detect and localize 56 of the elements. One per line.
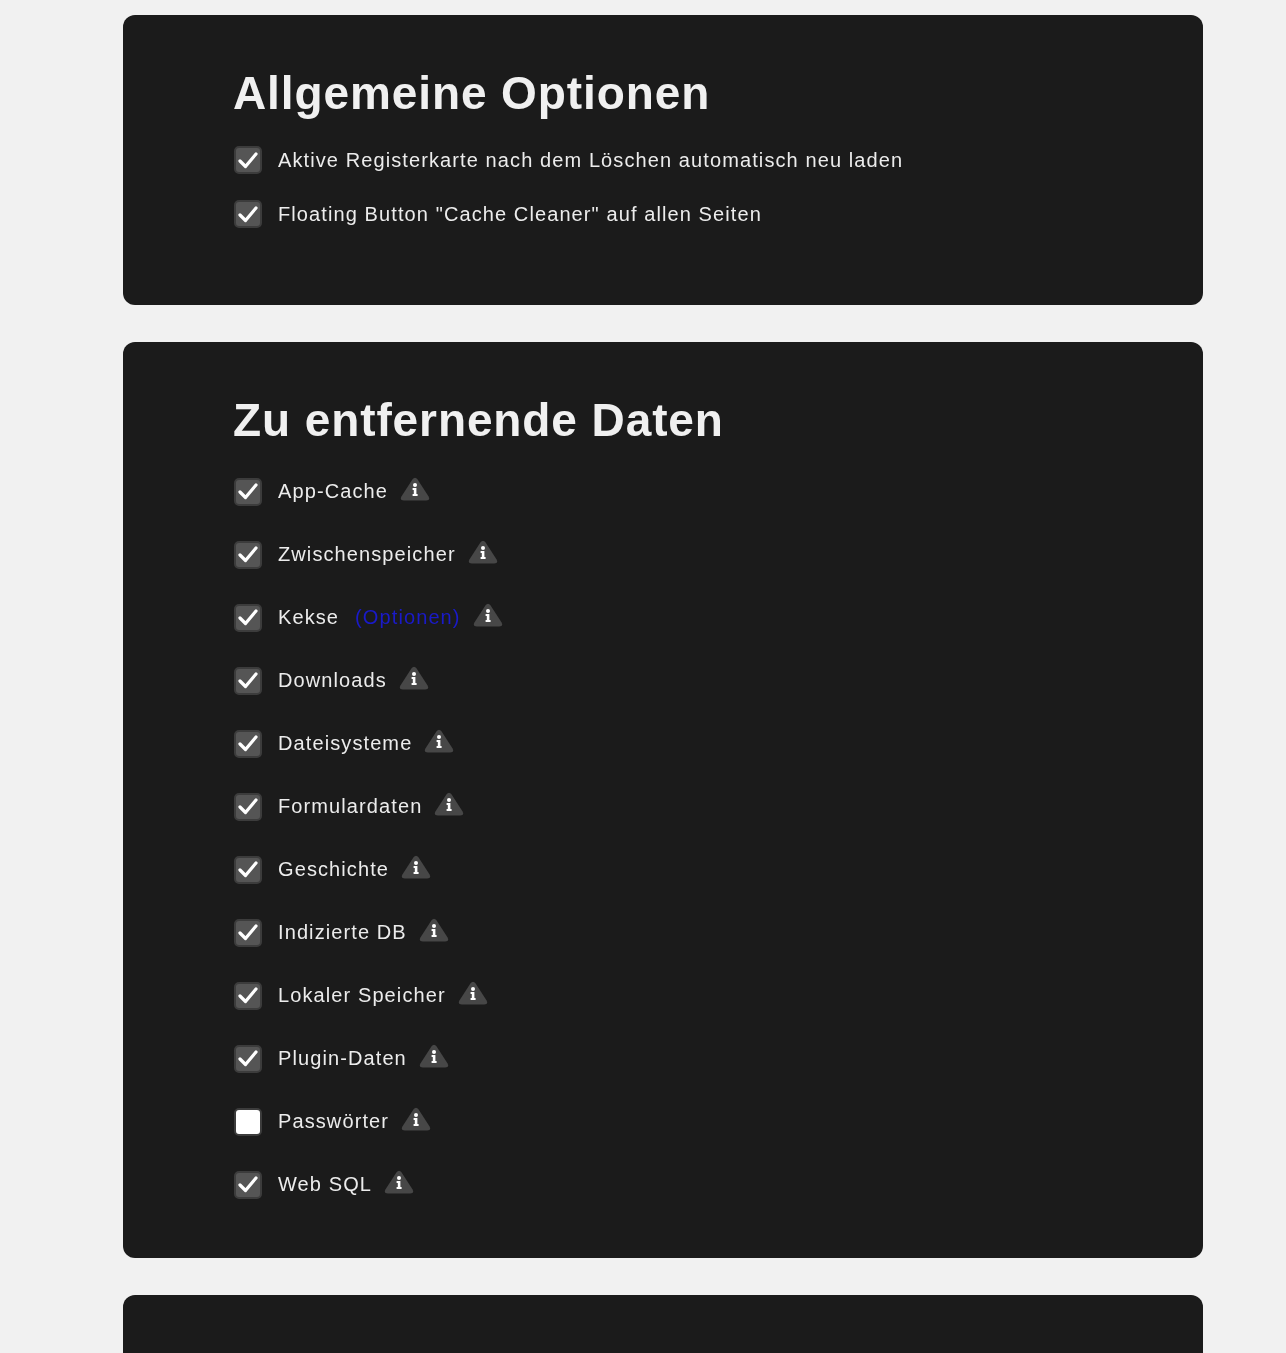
- info-icon[interactable]: [401, 854, 432, 879]
- option-label: Dateisysteme: [278, 732, 413, 755]
- option-label: Downloads: [278, 669, 387, 692]
- info-icon[interactable]: [418, 917, 449, 942]
- checkmark-icon: [238, 609, 258, 626]
- option-label: App-Cache: [278, 480, 388, 503]
- checkmark-icon: [238, 861, 258, 878]
- checkbox[interactable]: [234, 918, 262, 947]
- option-label: Formulardaten: [278, 795, 423, 818]
- checkbox[interactable]: [234, 729, 262, 758]
- section-heading: Zu entfernende Daten: [233, 394, 724, 446]
- option-label: Kekse: [278, 606, 340, 629]
- info-icon[interactable]: [418, 1043, 449, 1068]
- option-label: Zwischenspeicher: [278, 543, 456, 566]
- checkmark-icon: [238, 1050, 258, 1067]
- checkbox[interactable]: [234, 146, 262, 174]
- option-label: Web SQL: [278, 1173, 373, 1196]
- checkbox[interactable]: [234, 855, 262, 884]
- checkbox[interactable]: [234, 792, 262, 821]
- checkmark-icon: [238, 205, 258, 223]
- options-link[interactable]: (Optionen): [355, 606, 461, 629]
- checkmark-icon: [238, 672, 258, 689]
- checkbox[interactable]: [234, 1044, 262, 1073]
- info-icon[interactable]: [467, 539, 498, 564]
- checkmark-icon: [238, 987, 258, 1004]
- option-label: Geschichte: [278, 858, 390, 881]
- checkbox[interactable]: [234, 1107, 262, 1136]
- checkmark-icon: [238, 798, 258, 815]
- checkmark-icon: [238, 546, 258, 563]
- checkmark-icon: [238, 151, 258, 169]
- checkmark-icon: [238, 1176, 258, 1193]
- checkbox[interactable]: [234, 540, 262, 569]
- option-label: Plugin-Daten: [278, 1047, 407, 1070]
- option-label: Floating Button "Cache Cleaner" auf allen Seiten: [278, 202, 762, 226]
- info-icon[interactable]: [434, 791, 465, 816]
- checkbox[interactable]: [234, 1170, 262, 1199]
- option-label: Passwörter: [278, 1110, 390, 1133]
- info-icon[interactable]: [399, 476, 430, 501]
- checkbox[interactable]: [234, 477, 262, 506]
- section-heading: Allgemeine Optionen: [233, 67, 711, 119]
- option-label: Lokaler Speicher: [278, 984, 446, 1007]
- info-icon[interactable]: [457, 980, 488, 1005]
- option-label: Aktive Registerkarte nach dem Löschen automatisch neu laden: [278, 148, 904, 172]
- checkbox[interactable]: [234, 603, 262, 632]
- info-icon[interactable]: [472, 602, 503, 627]
- checkbox[interactable]: [234, 981, 262, 1010]
- checkbox[interactable]: [234, 666, 262, 695]
- option-label: Indizierte DB: [278, 921, 407, 944]
- checkbox[interactable]: [234, 200, 262, 228]
- info-icon[interactable]: [424, 728, 455, 753]
- info-icon[interactable]: [401, 1106, 432, 1131]
- checkmark-icon: [238, 924, 258, 941]
- checkmark-icon: [238, 483, 258, 500]
- info-icon[interactable]: [398, 665, 429, 690]
- checkmark-icon: [238, 735, 258, 752]
- info-icon[interactable]: [384, 1169, 415, 1194]
